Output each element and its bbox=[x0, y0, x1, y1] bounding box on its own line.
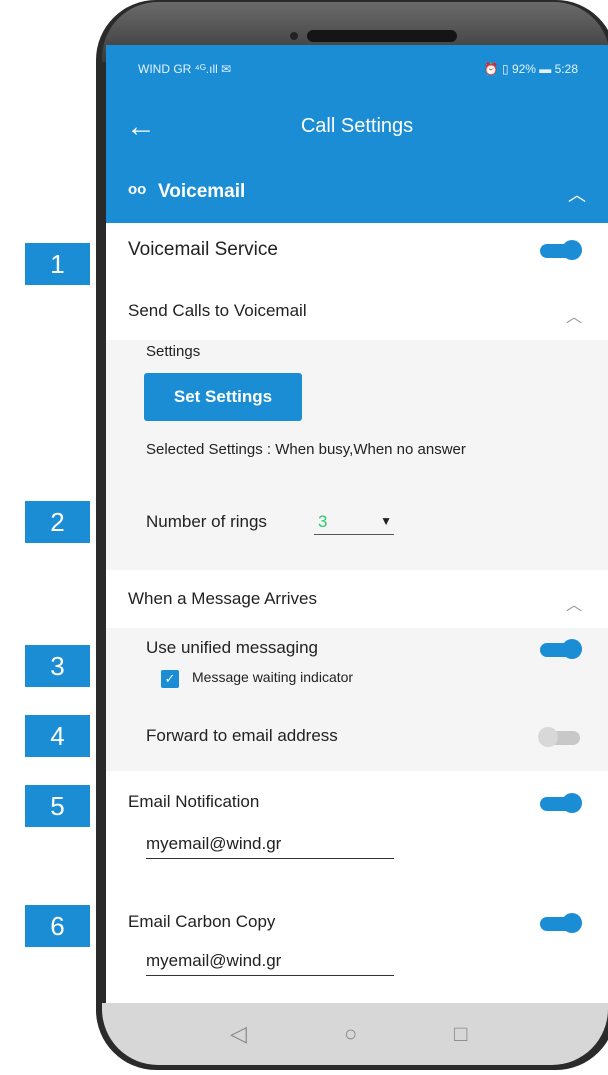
nav-recents-icon[interactable]: □ bbox=[454, 1021, 467, 1047]
speaker-grille bbox=[307, 30, 457, 42]
email-notification-label: Email Notification bbox=[128, 792, 260, 811]
callout-1: 1 bbox=[25, 243, 90, 285]
page-title: Call Settings bbox=[300, 115, 414, 137]
toggle-knob bbox=[562, 793, 582, 813]
mwi-label: Message waiting indicator bbox=[192, 669, 354, 685]
mwi-checkbox[interactable]: ✓ bbox=[161, 670, 179, 688]
email-notification-input[interactable]: myemail@wind.gr bbox=[146, 834, 394, 859]
message-arrives-label: When a Message Arrives bbox=[128, 589, 317, 608]
status-carrier: WIND GR ⁴ᴳ.ıll ✉ bbox=[138, 62, 232, 76]
email-cc-toggle[interactable] bbox=[540, 913, 582, 933]
voicemail-section-header[interactable]: oo Voicemail ︿ bbox=[106, 163, 608, 223]
callout-5: 5 bbox=[25, 785, 90, 827]
phone-device: WIND GR ⁴ᴳ.ıll ✉ ⏰ ▯ 92% ▬ 5:28 ← Call S… bbox=[96, 0, 608, 1075]
voicemail-section-label: Voicemail bbox=[158, 181, 246, 202]
nav-back-icon[interactable]: ◁ bbox=[230, 1021, 247, 1047]
camera-icon bbox=[290, 32, 298, 40]
voicemail-service-toggle[interactable] bbox=[540, 240, 582, 260]
screen: WIND GR ⁴ᴳ.ıll ✉ ⏰ ▯ 92% ▬ 5:28 ← Call S… bbox=[106, 45, 608, 1005]
message-arrives-chevron-up-icon[interactable]: ︿ bbox=[566, 591, 582, 615]
selected-settings-text: Selected Settings : When busy,When no an… bbox=[146, 441, 466, 458]
status-bar: WIND GR ⁴ᴳ.ıll ✉ ⏰ ▯ 92% ▬ 5:28 bbox=[106, 45, 608, 93]
status-indicators: ⏰ ▯ 92% ▬ 5:28 bbox=[483, 62, 578, 76]
send-calls-chevron-up-icon[interactable]: ︿ bbox=[566, 303, 582, 327]
email-notification-toggle[interactable] bbox=[540, 793, 582, 813]
rings-select[interactable]: 3 ▼ bbox=[314, 510, 394, 535]
dropdown-arrow-icon: ▼ bbox=[380, 514, 392, 528]
chevron-up-icon[interactable]: ︿ bbox=[568, 181, 586, 207]
send-calls-label: Send Calls to Voicemail bbox=[128, 301, 307, 320]
settings-label: Settings bbox=[146, 343, 201, 360]
toggle-knob bbox=[562, 913, 582, 933]
nav-home-icon[interactable]: ○ bbox=[344, 1021, 357, 1047]
toggle-knob bbox=[538, 727, 558, 747]
voicemail-service-label: Voicemail Service bbox=[128, 239, 278, 260]
rings-value: 3 bbox=[318, 512, 328, 531]
toggle-knob bbox=[562, 240, 582, 260]
toggle-knob bbox=[562, 639, 582, 659]
callout-6: 6 bbox=[25, 905, 90, 947]
email-cc-input[interactable]: myemail@wind.gr bbox=[146, 951, 394, 976]
forward-email-toggle[interactable] bbox=[538, 727, 580, 747]
callout-3: 3 bbox=[25, 645, 90, 687]
email-cc-label: Email Carbon Copy bbox=[128, 912, 276, 931]
unified-messaging-label: Use unified messaging bbox=[146, 638, 318, 657]
voicemail-icon: oo bbox=[128, 181, 147, 198]
unified-messaging-toggle[interactable] bbox=[540, 639, 582, 659]
set-settings-button[interactable]: Set Settings bbox=[144, 373, 302, 421]
callout-2: 2 bbox=[25, 501, 90, 543]
rings-label: Number of rings bbox=[146, 512, 267, 531]
app-bar: ← Call Settings bbox=[106, 93, 608, 163]
android-nav-bar: ◁ ○ □ bbox=[102, 1003, 608, 1065]
forward-email-label: Forward to email address bbox=[146, 726, 338, 745]
callout-4: 4 bbox=[25, 715, 90, 757]
